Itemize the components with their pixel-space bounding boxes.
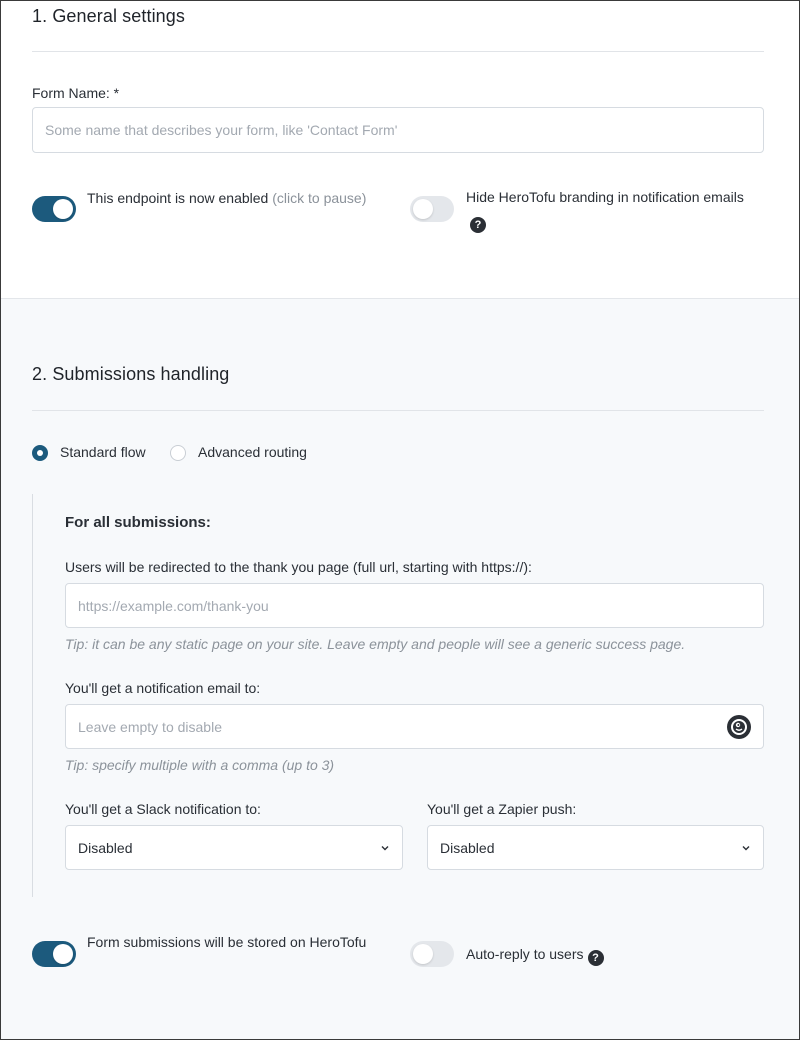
endpoint-pause-hint: (click to pause) [272, 190, 367, 206]
zapier-selected-value: Disabled [440, 839, 495, 856]
store-submissions-toggle[interactable] [32, 941, 76, 967]
auto-reply-text: Auto-reply to users? [466, 942, 766, 966]
divider [32, 410, 764, 411]
section-title-submissions: 2. Submissions handling [32, 364, 230, 384]
toggle-knob [413, 199, 433, 219]
endpoint-enabled-text[interactable]: This endpoint is now enabled (click to p… [87, 186, 377, 210]
form-name-placeholder: Some name that describes your form, like… [45, 122, 398, 138]
advanced-routing-label[interactable]: Advanced routing [198, 444, 307, 460]
advanced-routing-radio[interactable] [170, 445, 186, 461]
hide-branding-toggle[interactable] [410, 196, 454, 222]
duckduckgo-icon[interactable] [727, 715, 751, 739]
redirect-tip: Tip: it can be any static page on your s… [65, 636, 686, 652]
slack-select[interactable]: Disabled [65, 825, 403, 870]
endpoint-status-text: This endpoint is now enabled [87, 190, 269, 206]
divider [32, 51, 764, 52]
settings-page: 1. General settings Form Name: * Some na… [0, 0, 800, 1040]
section-title-general: 1. General settings [32, 6, 185, 26]
slack-label: You'll get a Slack notification to: [65, 801, 261, 817]
notification-email-label: You'll get a notification email to: [65, 680, 261, 696]
chevron-down-icon [381, 845, 389, 850]
auto-reply-label: Auto-reply to users [466, 946, 584, 962]
zapier-select[interactable]: Disabled [427, 825, 764, 870]
hide-branding-text: Hide HeroTofu branding in notification e… [466, 185, 756, 233]
toggle-knob [53, 944, 73, 964]
notification-email-placeholder: Leave empty to disable [78, 718, 222, 735]
redirect-url-input[interactable]: https://example.com/thank-you [65, 583, 764, 628]
store-submissions-text: Form submissions will be stored on HeroT… [87, 934, 367, 950]
toggle-knob [53, 199, 73, 219]
question-circle-icon[interactable]: ? [587, 950, 604, 966]
general-settings-section: 1. General settings Form Name: * Some na… [1, 1, 799, 299]
redirect-url-label: Users will be redirected to the thank yo… [65, 559, 532, 575]
zapier-label: You'll get a Zapier push: [427, 801, 577, 817]
for-all-submissions-heading: For all submissions: [65, 514, 211, 531]
standard-flow-radio[interactable] [32, 445, 48, 461]
endpoint-enabled-toggle[interactable] [32, 196, 76, 222]
toggle-knob [413, 944, 433, 964]
auto-reply-toggle[interactable] [410, 941, 454, 967]
nested-indent-line [32, 494, 33, 897]
notification-email-input[interactable]: Leave empty to disable [65, 704, 764, 749]
standard-flow-label[interactable]: Standard flow [60, 444, 146, 460]
chevron-down-icon [742, 845, 750, 850]
hide-branding-label: Hide HeroTofu branding in notification e… [466, 189, 744, 205]
slack-selected-value: Disabled [78, 839, 133, 856]
form-name-label: Form Name: * [32, 85, 120, 101]
question-circle-icon[interactable]: ? [470, 217, 486, 233]
email-tip: Tip: specify multiple with a comma (up t… [65, 757, 335, 773]
form-name-input[interactable]: Some name that describes your form, like… [32, 107, 764, 153]
submissions-handling-section: 2. Submissions handling Standard flow Ad… [1, 299, 799, 1039]
redirect-url-placeholder: https://example.com/thank-you [78, 597, 269, 614]
